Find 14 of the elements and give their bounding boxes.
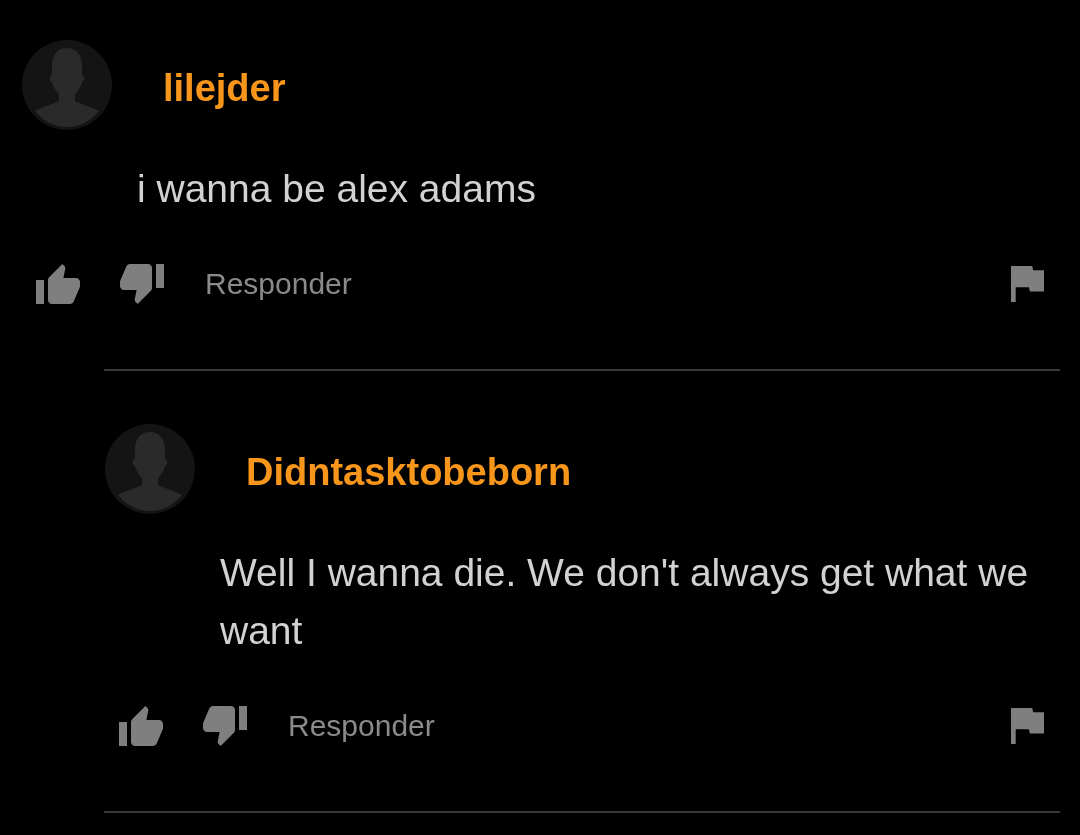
comment-text: i wanna be alex adams: [137, 166, 536, 212]
thumbs-down-icon[interactable]: [120, 264, 164, 304]
comment-text: Well I wanna die. We don't always get what we want: [220, 550, 1030, 654]
flag-icon[interactable]: [1011, 708, 1044, 744]
reply-button[interactable]: Responder: [205, 266, 352, 302]
avatar-icon: [105, 424, 195, 514]
avatar-icon: [22, 40, 112, 130]
flag-icon[interactable]: [1011, 266, 1044, 302]
thumbs-up-icon[interactable]: [36, 264, 80, 304]
username[interactable]: lilejder: [163, 66, 286, 110]
thumbs-up-icon[interactable]: [119, 706, 163, 746]
thumbs-down-icon[interactable]: [203, 706, 247, 746]
reply-button[interactable]: Responder: [288, 708, 435, 744]
username[interactable]: Didntasktobeborn: [246, 450, 572, 494]
